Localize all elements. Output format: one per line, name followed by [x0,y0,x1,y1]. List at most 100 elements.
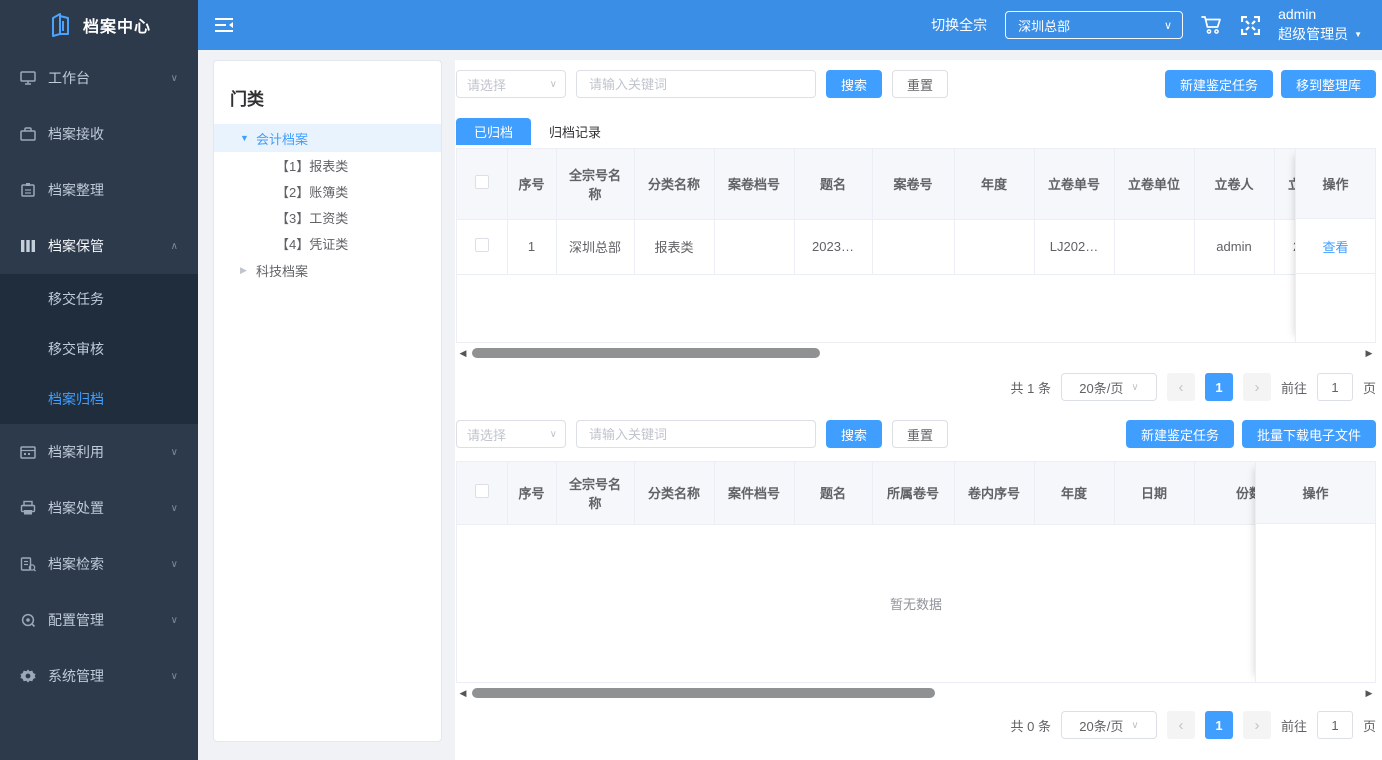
column-header: 日期 [1114,462,1194,524]
page-size-select-2[interactable]: 20条/页 ∨ [1061,711,1157,739]
fullscreen-icon[interactable] [1241,16,1260,35]
caret-down-icon: ▼ [240,133,256,143]
batch-download-button[interactable]: 批量下载电子文件 [1242,420,1376,448]
column-header: 年度 [1034,462,1114,524]
filter-field-select[interactable]: 请选择 ∨ [456,70,566,98]
tab-filing-records[interactable]: 归档记录 [531,118,619,145]
column-header: 案件档号 [714,462,794,524]
move-to-organize-lib-button[interactable]: 移到整理库 [1281,70,1376,98]
submenu-item-label: 移交审核 [48,339,104,359]
next-page-button[interactable]: › [1243,711,1271,739]
app-logo: 档案中心 [0,0,198,50]
reset-button-2[interactable]: 重置 [892,420,948,448]
sidebar-item-label: 档案接收 [48,124,178,144]
row-checkbox[interactable] [475,238,489,252]
table-row[interactable]: 1 深圳总部 报表类 2023… LJ202… admin 2023… [457,219,1354,274]
new-appraisal-task-button-2[interactable]: 新建鉴定任务 [1126,420,1234,448]
toolbar-archived: 请选择 ∨ 搜索 重置 新建鉴定任务 移到整理库 [456,70,1376,98]
goto-page-input-2[interactable] [1317,711,1353,739]
row-checkbox-cell [457,219,507,274]
new-appraisal-task-button[interactable]: 新建鉴定任务 [1165,70,1273,98]
scroll-left-icon[interactable]: ◀ [456,348,470,359]
inbox-icon [20,126,36,142]
current-page-button[interactable]: 1 [1205,711,1233,739]
sidebar-item-archive-filing[interactable]: 档案归档 [0,374,198,424]
tab-archived[interactable]: 已归档 [456,118,531,145]
keyword-input-2[interactable] [576,420,816,448]
main-area: 切换全宗 深圳总部 ∨ admin 超级管理员 ▼ [198,0,1382,760]
column-header: 案卷档号 [714,149,794,219]
select-all-checkbox[interactable] [475,484,489,498]
chevron-down-icon: ∨ [171,73,178,84]
chevron-down-icon: ∨ [171,503,178,514]
sidebar-item-archive-storage[interactable]: 档案保管 ∧ [0,218,198,274]
menu-fold-icon[interactable] [214,16,234,34]
sidebar-item-workbench[interactable]: 工作台 ∨ [0,50,198,106]
tree-node-accounting-archive[interactable]: ▼ 会计档案 [214,124,441,152]
current-page-button[interactable]: 1 [1205,373,1233,401]
pagination-archived: 共 1 条 20条/页 ∨ ‹ 1 › 前往 页 [456,373,1376,401]
tree-node-label: 科技档案 [256,261,308,280]
tree-node-voucher-class[interactable]: 【4】凭证类 [214,230,441,256]
gear-icon [20,668,36,684]
cell-volume-no [872,219,954,274]
column-header: 分类名称 [634,149,714,219]
cell-fonds-name: 深圳总部 [556,219,634,274]
page-size-select[interactable]: 20条/页 ∨ [1061,373,1157,401]
scroll-right-icon[interactable]: ▶ [1362,688,1376,699]
goto-page-input[interactable] [1317,373,1353,401]
chevron-down-icon: ∨ [1164,19,1172,32]
select-all-checkbox[interactable] [475,175,489,189]
scroll-left-icon[interactable]: ◀ [456,688,470,699]
search-button[interactable]: 搜索 [826,70,882,98]
sidebar-item-archive-organize[interactable]: 档案整理 [0,162,198,218]
sidebar-item-transfer-task[interactable]: 移交任务 [0,274,198,324]
tree-node-salary-class[interactable]: 【3】工资类 [214,204,441,230]
keyword-input[interactable] [576,70,816,98]
column-header: 年度 [954,149,1034,219]
column-header: 分类名称 [634,462,714,524]
column-header: 立卷人 [1194,149,1274,219]
app-logo-icon [47,12,73,38]
fonds-select[interactable]: 深圳总部 ∨ [1005,11,1183,39]
tabs: 已归档 归档记录 [456,118,1377,145]
sidebar-item-archive-search[interactable]: 档案检索 ∨ [0,536,198,592]
scrollbar-track[interactable] [470,688,1362,698]
cell-seq: 1 [507,219,556,274]
user-role: 超级管理员 [1278,25,1348,45]
scrollbar-thumb[interactable] [472,348,820,358]
chevron-up-icon: ∧ [171,241,178,252]
switch-fonds-label: 切换全宗 [931,15,987,35]
cart-icon[interactable] [1201,15,1223,35]
user-menu[interactable]: admin 超级管理员 ▼ [1278,5,1362,44]
column-header: 全宗号名称 [556,149,634,219]
page-unit-label: 页 [1363,378,1376,397]
sidebar-item-label: 档案保管 [48,236,171,256]
view-link[interactable]: 查看 [1322,237,1348,256]
tree-title: 门类 [214,77,441,124]
scroll-right-icon[interactable]: ▶ [1362,348,1376,359]
tree-node-ledger-class[interactable]: 【2】账簿类 [214,178,441,204]
shelf-icon [20,238,36,254]
filter-field-select-2[interactable]: 请选择 ∨ [456,420,566,448]
sidebar-item-config-management[interactable]: 配置管理 ∨ [0,592,198,648]
scrollbar-thumb[interactable] [472,688,935,698]
search-button-2[interactable]: 搜索 [826,420,882,448]
column-header: 立卷单位 [1114,149,1194,219]
sidebar-item-system-management[interactable]: 系统管理 ∨ [0,648,198,704]
filter-field-placeholder: 请选择 [467,425,550,444]
sidebar-item-label: 档案整理 [48,180,178,200]
next-page-button[interactable]: › [1243,373,1271,401]
reset-button[interactable]: 重置 [892,70,948,98]
sidebar-item-transfer-review[interactable]: 移交审核 [0,324,198,374]
prev-page-button[interactable]: ‹ [1167,711,1195,739]
prev-page-button[interactable]: ‹ [1167,373,1195,401]
username: admin [1278,5,1362,25]
sidebar-item-archive-use[interactable]: 档案利用 ∨ [0,424,198,480]
tree-node-tech-archive[interactable]: ▶ 科技档案 [214,256,441,284]
scrollbar-track[interactable] [470,348,1362,358]
sidebar-item-archive-disposal[interactable]: 档案处置 ∨ [0,480,198,536]
tree-child-label: 【3】工资类 [276,208,348,227]
tree-node-report-class[interactable]: 【1】报表类 [214,152,441,178]
sidebar-item-archive-receive[interactable]: 档案接收 [0,106,198,162]
